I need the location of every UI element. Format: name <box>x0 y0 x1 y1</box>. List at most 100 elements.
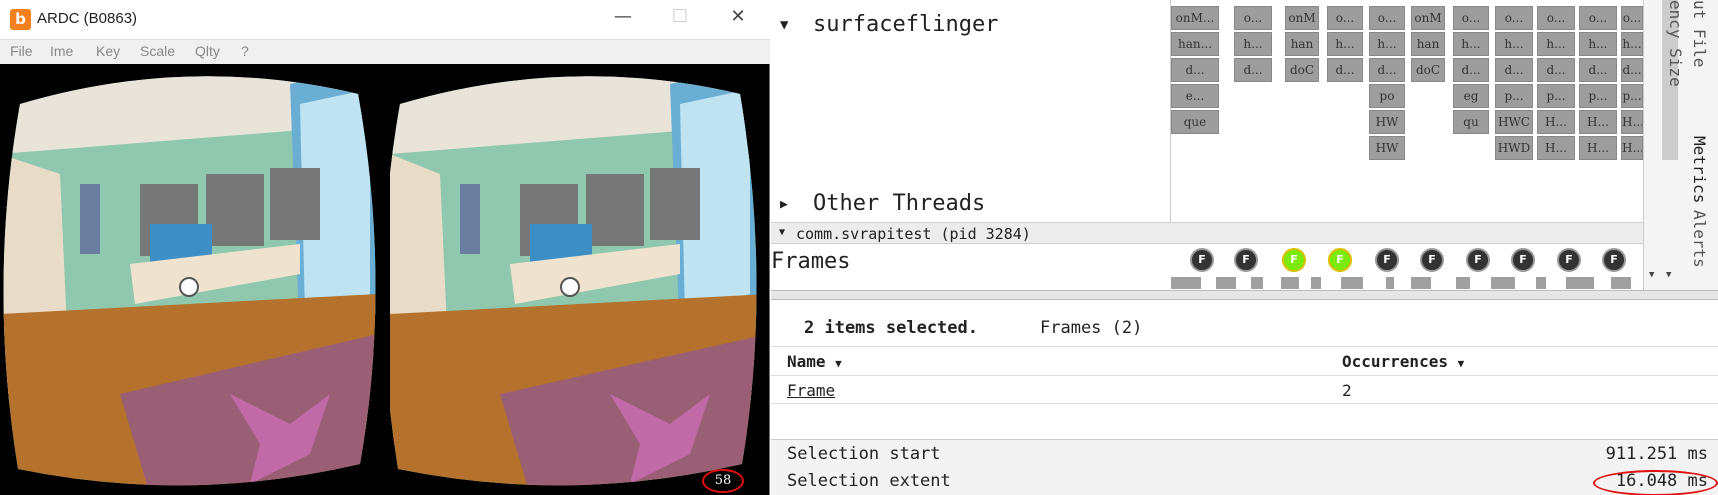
trace-slice[interactable]: h... <box>1621 32 1643 56</box>
menu-help[interactable]: ? <box>241 43 249 59</box>
frames-track-label: Frames <box>771 249 851 274</box>
trace-slice[interactable]: HWC <box>1495 110 1533 134</box>
trace-slice[interactable]: H... <box>1579 136 1617 160</box>
frame-marker[interactable]: F <box>1511 248 1535 272</box>
mini-slice <box>1216 277 1236 289</box>
tab-alerts[interactable]: Alerts <box>1690 210 1709 268</box>
annotation-circle <box>1593 470 1718 495</box>
panel-splitter[interactable] <box>771 290 1718 300</box>
selection-start-label: Selection start <box>787 444 941 464</box>
frame-marker-selected[interactable]: F <box>1328 248 1352 272</box>
trace-slice[interactable]: p... <box>1579 84 1617 108</box>
trace-slice[interactable]: h... <box>1579 32 1617 56</box>
trace-slice[interactable]: han... <box>1171 32 1219 56</box>
trace-slice[interactable]: p... <box>1621 84 1643 108</box>
selection-type: Frames (2) <box>1040 318 1143 338</box>
mini-slice <box>1386 277 1394 289</box>
collapse-icon[interactable]: ▶ <box>780 197 788 212</box>
scroll-down-icon[interactable]: ▼ <box>1649 270 1654 280</box>
trace-slice[interactable]: onM... <box>1171 6 1219 30</box>
trace-slice[interactable]: d... <box>1234 58 1272 82</box>
trace-slice[interactable]: h... <box>1327 32 1363 56</box>
maximize-button[interactable]: ☐ <box>660 6 700 34</box>
trace-slice[interactable]: H... <box>1579 110 1617 134</box>
trace-slice[interactable]: HW <box>1369 110 1405 134</box>
menu-ime[interactable]: Ime <box>50 43 73 59</box>
thread-label-surfaceflinger[interactable]: surfaceflinger <box>813 12 998 37</box>
frame-marker[interactable]: F <box>1420 248 1444 272</box>
trace-slice[interactable]: d... <box>1495 58 1533 82</box>
selection-stats: Selection start 911.251 ms Selection ext… <box>771 439 1718 495</box>
frame-marker[interactable]: F <box>1190 248 1214 272</box>
vr-left-eye-view <box>0 64 378 495</box>
trace-slice[interactable]: h... <box>1537 32 1575 56</box>
trace-slice[interactable]: d... <box>1537 58 1575 82</box>
frame-link[interactable]: Frame <box>787 381 835 400</box>
selection-summary: 2 items selected. <box>804 318 978 338</box>
mini-slice <box>1411 277 1431 289</box>
trace-slice[interactable]: h... <box>1234 32 1272 56</box>
close-button[interactable]: ✕ <box>718 6 758 34</box>
trace-slice[interactable]: onM <box>1411 6 1445 30</box>
frame-marker[interactable]: F <box>1602 248 1626 272</box>
menu-file[interactable]: File <box>10 43 33 59</box>
trace-slice[interactable]: d... <box>1171 58 1219 82</box>
trace-slice[interactable]: doC <box>1285 58 1319 82</box>
trace-slice[interactable]: que <box>1171 110 1219 134</box>
menu-key[interactable]: Key <box>96 43 120 59</box>
expand-icon[interactable]: ▼ <box>780 17 788 33</box>
trace-slice[interactable]: e... <box>1171 84 1219 108</box>
trace-slice[interactable]: p... <box>1495 84 1533 108</box>
trace-slice[interactable]: HW <box>1369 136 1405 160</box>
tab-latency-size[interactable]: ency Size <box>1666 0 1685 87</box>
trace-slice[interactable]: HWD <box>1495 136 1533 160</box>
thread-label-other-threads[interactable]: Other Threads <box>813 191 985 216</box>
trace-slice[interactable]: H... <box>1621 110 1643 134</box>
column-header-name[interactable]: Name ▼ <box>787 352 842 371</box>
trace-slice[interactable]: H... <box>1537 136 1575 160</box>
trace-slice[interactable]: o... <box>1579 6 1617 30</box>
trace-slice[interactable]: o... <box>1234 6 1272 30</box>
trace-slice[interactable]: po <box>1369 84 1405 108</box>
trace-slice[interactable]: H... <box>1621 136 1643 160</box>
trace-slice[interactable]: han <box>1285 32 1319 56</box>
scroll-down-icon[interactable]: ▼ <box>1666 270 1671 280</box>
mini-slice <box>1171 277 1201 289</box>
trace-slice[interactable]: o... <box>1453 6 1489 30</box>
column-header-occurrences[interactable]: Occurrences ▼ <box>1342 352 1464 371</box>
trace-slice[interactable]: o... <box>1621 6 1643 30</box>
trace-slice[interactable]: d... <box>1369 58 1405 82</box>
menu-qlty[interactable]: Qlty <box>195 43 220 59</box>
process-header[interactable]: ▼ comm.svrapitest (pid 3284) <box>771 222 1643 244</box>
trace-slice[interactable]: onM <box>1285 6 1319 30</box>
menu-scale[interactable]: Scale <box>140 43 175 59</box>
trace-slice[interactable]: o... <box>1327 6 1363 30</box>
frame-marker[interactable]: F <box>1375 248 1399 272</box>
trace-slice[interactable]: han <box>1411 32 1445 56</box>
vr-right-eye-view <box>390 64 768 495</box>
minimize-button[interactable]: — <box>603 6 643 34</box>
trace-slice[interactable]: h... <box>1495 32 1533 56</box>
trace-slice[interactable]: doC <box>1411 58 1445 82</box>
trace-slice[interactable]: d... <box>1327 58 1363 82</box>
expand-icon[interactable]: ▼ <box>779 227 785 238</box>
trace-slice[interactable]: o... <box>1495 6 1533 30</box>
trace-slice[interactable]: H... <box>1537 110 1575 134</box>
frame-marker[interactable]: F <box>1466 248 1490 272</box>
trace-slice[interactable]: p... <box>1537 84 1575 108</box>
trace-slice[interactable]: eg <box>1453 84 1489 108</box>
trace-slice[interactable]: d... <box>1453 58 1489 82</box>
frame-marker[interactable]: F <box>1557 248 1581 272</box>
tab-metrics[interactable]: Metrics <box>1690 136 1709 203</box>
trace-slice[interactable]: h... <box>1453 32 1489 56</box>
frame-marker-selected[interactable]: F <box>1282 248 1306 272</box>
trace-slice[interactable]: h... <box>1369 32 1405 56</box>
trace-slice[interactable]: o... <box>1369 6 1405 30</box>
tab-input-file[interactable]: ut File <box>1690 0 1709 67</box>
frame-marker[interactable]: F <box>1234 248 1258 272</box>
fps-counter: 58 <box>702 469 744 493</box>
trace-slice[interactable]: o... <box>1537 6 1575 30</box>
trace-slice[interactable]: d... <box>1621 58 1643 82</box>
trace-slice[interactable]: d... <box>1579 58 1617 82</box>
trace-slice[interactable]: qu <box>1453 110 1489 134</box>
